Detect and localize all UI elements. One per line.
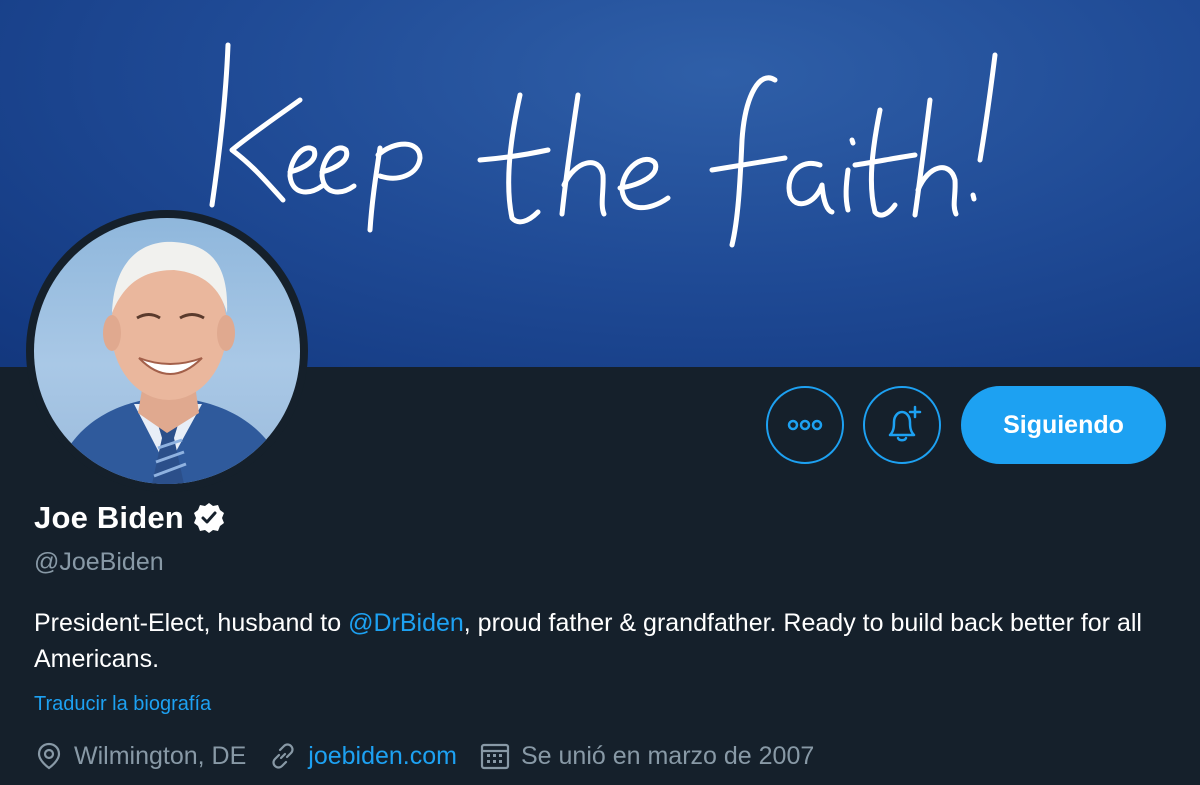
profile-bio: President-Elect, husband to @DrBiden, pr… — [34, 605, 1154, 677]
joined-text: Se unió en marzo de 2007 — [520, 741, 815, 770]
profile-handle: @JoeBiden — [34, 548, 164, 576]
profile-page: Siguiendo Joe Biden @JoeBiden President-… — [0, 0, 1200, 785]
calendar-icon — [480, 743, 510, 770]
location-pin-icon — [37, 742, 61, 770]
avatar-photo — [34, 218, 300, 484]
notifications-button[interactable] — [863, 386, 941, 464]
more-options-button[interactable] — [766, 386, 844, 464]
bio-text-start: President-Elect, husband to — [34, 609, 349, 637]
profile-website: joebiden.com — [268, 741, 457, 771]
link-icon — [272, 743, 294, 769]
bell-plus-icon — [888, 405, 922, 442]
profile-joined: Se unió en marzo de 2007 — [479, 741, 814, 771]
bio-mention-link[interactable]: @DrBiden — [348, 609, 464, 637]
profile-avatar[interactable] — [26, 210, 308, 492]
location-text: Wilmington, DE — [74, 741, 247, 770]
profile-name: Joe Biden — [34, 500, 184, 535]
profile-name-row: Joe Biden — [34, 500, 226, 536]
following-button[interactable]: Siguiendo — [961, 386, 1166, 464]
translate-bio-link[interactable]: Traducir la biografía — [34, 693, 211, 716]
more-icon — [787, 419, 823, 431]
website-link[interactable]: joebiden.com — [308, 742, 457, 771]
profile-meta-row: Wilmington, DE joebiden.com Se unió en m… — [34, 741, 836, 771]
verified-badge-icon — [193, 503, 224, 533]
profile-location: Wilmington, DE — [34, 741, 246, 771]
